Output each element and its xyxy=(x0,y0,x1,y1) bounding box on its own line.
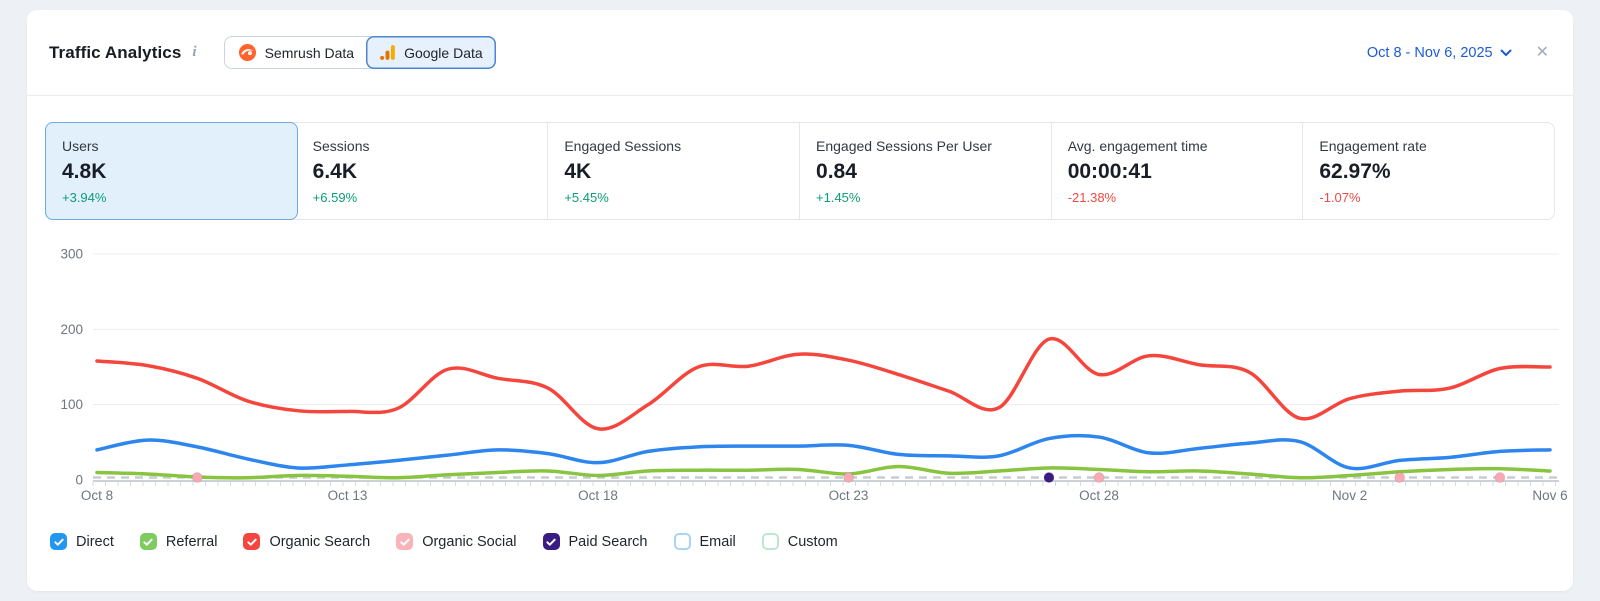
checked-checkbox-icon[interactable] xyxy=(243,533,260,550)
metric-delta: +6.59% xyxy=(313,189,532,207)
metric-card-avg-engagement-time[interactable]: Avg. engagement time 00:00:41 -21.38% xyxy=(1052,123,1304,219)
chevron-down-icon xyxy=(1500,49,1512,57)
metric-card-engaged-sessions-per-user[interactable]: Engaged Sessions Per User 0.84 +1.45% xyxy=(800,123,1052,219)
metric-value: 4K xyxy=(564,159,783,185)
metric-label: Engagement rate xyxy=(1319,137,1538,155)
page-title: Traffic Analytics xyxy=(49,43,181,63)
legend-item-organic-search[interactable]: Organic Search xyxy=(243,533,370,550)
checked-checkbox-icon[interactable] xyxy=(543,533,560,550)
unchecked-checkbox-icon[interactable] xyxy=(674,533,691,550)
x-axis-tick-label: Oct 23 xyxy=(829,488,869,503)
metric-value: 6.4K xyxy=(313,159,532,185)
legend-label: Organic Search xyxy=(269,534,370,550)
legend-label: Custom xyxy=(788,534,838,550)
legend-item-paid-search[interactable]: Paid Search xyxy=(543,533,648,550)
legend-item-direct[interactable]: Direct xyxy=(50,533,114,550)
x-axis-tick-label: Nov 2 xyxy=(1332,488,1367,503)
google-analytics-icon xyxy=(379,44,396,61)
legend-label: Direct xyxy=(76,534,114,550)
metric-card-engaged-sessions[interactable]: Engaged Sessions 4K +5.45% xyxy=(548,123,800,219)
unchecked-checkbox-icon[interactable] xyxy=(762,533,779,550)
zero-marker-organic-social[interactable] xyxy=(1495,473,1505,483)
checked-checkbox-icon[interactable] xyxy=(50,533,67,550)
chart-legend: Direct Referral Organic Search Organic Soci… xyxy=(27,533,1573,550)
traffic-line-chart[interactable]: 0 100 200 300 Oct 8 Oct 13 Oct 18 Oct 23 Oct 28 N… xyxy=(27,237,1573,519)
checked-checkbox-icon[interactable] xyxy=(140,533,157,550)
legend-item-email[interactable]: Email xyxy=(674,533,736,550)
x-axis-tick-label: Nov 6 xyxy=(1532,488,1567,503)
legend-label: Organic Social xyxy=(422,534,516,550)
semrush-logo-icon xyxy=(238,43,257,62)
legend-label: Referral xyxy=(166,534,218,550)
close-button[interactable]: ✕ xyxy=(1534,43,1551,63)
legend-item-custom[interactable]: Custom xyxy=(762,533,838,550)
zero-marker-organic-social[interactable] xyxy=(192,473,202,483)
metric-label: Users xyxy=(62,137,281,155)
metric-value: 00:00:41 xyxy=(1068,159,1287,185)
metric-value: 62.97% xyxy=(1319,159,1538,185)
metric-card-engagement-rate[interactable]: Engagement rate 62.97% -1.07% xyxy=(1303,123,1554,219)
date-range-label: Oct 8 - Nov 6, 2025 xyxy=(1367,45,1493,61)
widget-header: Traffic Analytics i Semrush Data Google … xyxy=(27,10,1573,96)
y-axis-tick-label: 200 xyxy=(60,322,83,337)
x-axis-tick-label: Oct 28 xyxy=(1079,488,1119,503)
x-axis-tick-label: Oct 13 xyxy=(328,488,368,503)
zero-marker-paid-search[interactable] xyxy=(1044,473,1054,483)
metric-card-users[interactable]: Users 4.8K +3.94% xyxy=(45,122,298,220)
metric-value: 0.84 xyxy=(816,159,1035,185)
date-range-picker[interactable]: Oct 8 - Nov 6, 2025 xyxy=(1367,45,1512,61)
series-line-organic-search[interactable] xyxy=(97,339,1550,429)
metric-delta: +3.94% xyxy=(62,189,281,207)
metric-cards-row: Users 4.8K +3.94% Sessions 6.4K +6.59% E… xyxy=(45,122,1555,220)
metric-delta: -21.38% xyxy=(1068,189,1287,207)
checked-checkbox-icon[interactable] xyxy=(396,533,413,550)
metric-label: Avg. engagement time xyxy=(1068,137,1287,155)
x-axis-tick-label: Oct 8 xyxy=(81,488,113,503)
semrush-data-button[interactable]: Semrush Data xyxy=(225,37,367,68)
legend-item-organic-social[interactable]: Organic Social xyxy=(396,533,516,550)
metric-delta: -1.07% xyxy=(1319,189,1538,207)
google-data-label: Google Data xyxy=(404,45,483,61)
google-data-button[interactable]: Google Data xyxy=(366,36,496,69)
y-axis-tick-label: 300 xyxy=(60,247,83,262)
metric-label: Engaged Sessions xyxy=(564,137,783,155)
metric-value: 4.8K xyxy=(62,159,281,185)
y-axis-tick-label: 100 xyxy=(60,397,83,412)
legend-label: Paid Search xyxy=(569,534,648,550)
series-line-direct[interactable] xyxy=(97,436,1550,469)
zero-marker-organic-social[interactable] xyxy=(1395,473,1405,483)
zero-marker-organic-social[interactable] xyxy=(844,473,854,483)
zero-marker-organic-social[interactable] xyxy=(1094,473,1104,483)
close-icon: ✕ xyxy=(1536,44,1549,61)
x-axis-tick-label: Oct 18 xyxy=(578,488,618,503)
metric-card-sessions[interactable]: Sessions 6.4K +6.59% xyxy=(297,123,549,219)
metric-delta: +1.45% xyxy=(816,189,1035,207)
metric-delta: +5.45% xyxy=(564,189,783,207)
y-axis-tick-label: 0 xyxy=(75,473,83,488)
metric-label: Engaged Sessions Per User xyxy=(816,137,1035,155)
traffic-analytics-widget: Traffic Analytics i Semrush Data Google … xyxy=(27,10,1573,591)
legend-label: Email xyxy=(700,534,736,550)
semrush-data-label: Semrush Data xyxy=(265,45,354,61)
info-icon[interactable]: i xyxy=(192,44,196,61)
legend-item-referral[interactable]: Referral xyxy=(140,533,218,550)
metric-label: Sessions xyxy=(313,137,532,155)
data-source-toggle: Semrush Data Google Data xyxy=(224,36,496,69)
